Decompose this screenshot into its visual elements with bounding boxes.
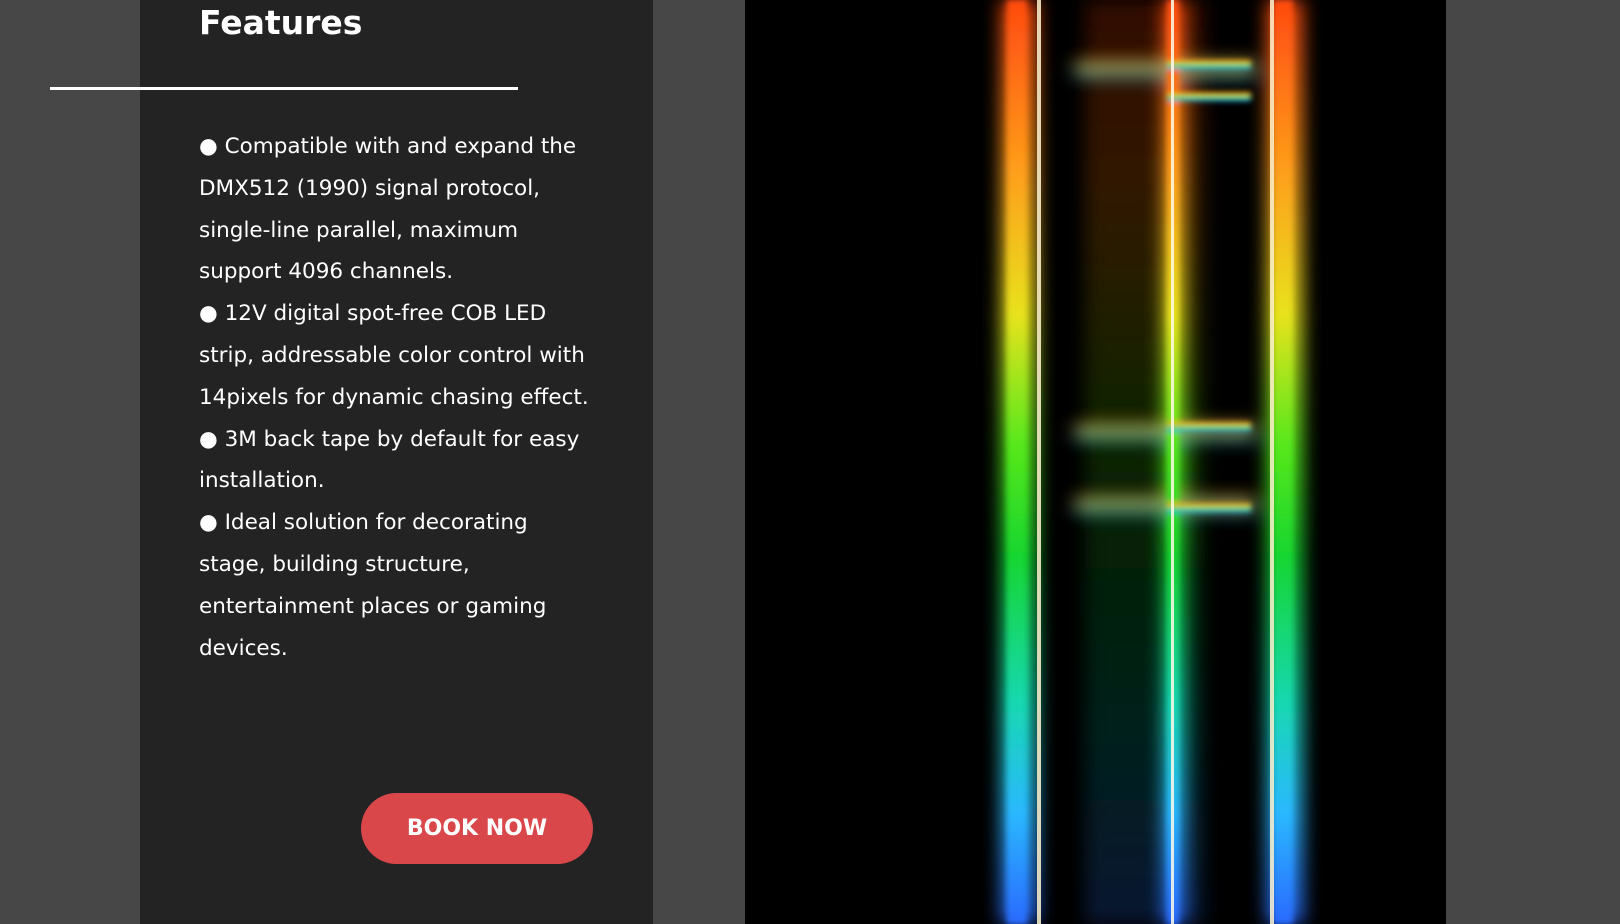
features-title: Features [199, 3, 363, 42]
feature-item-1: ● Compatible with and expand the DMX512 … [199, 134, 577, 285]
features-list: ● Compatible with and expand the DMX512 … [199, 126, 601, 669]
book-now-button[interactable]: BOOK NOW [361, 793, 593, 864]
title-divider [50, 87, 518, 90]
rainbow-led-image [745, 0, 1446, 924]
feature-item-2: ● 12V digital spot-free COB LED strip, a… [199, 301, 589, 410]
feature-item-3: ● 3M back tape by default for easy insta… [199, 426, 580, 494]
feature-item-4: ● Ideal solution for decorating stage, b… [199, 510, 547, 661]
led-strip-photo [745, 0, 1446, 924]
